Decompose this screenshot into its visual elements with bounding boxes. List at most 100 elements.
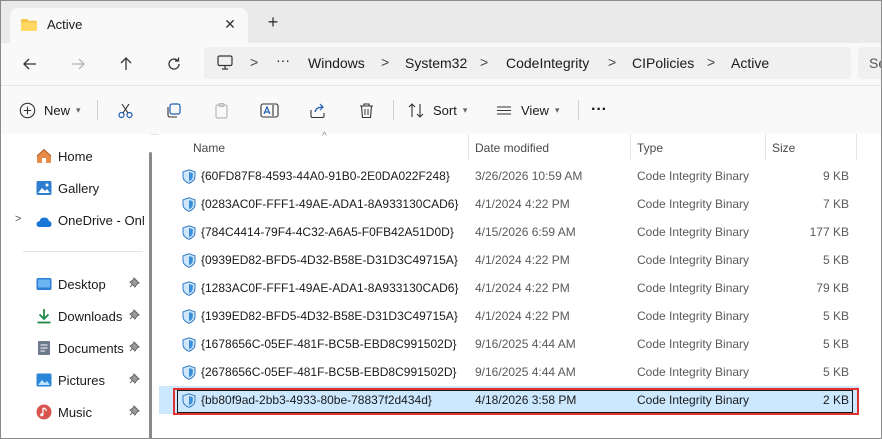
chevron-down-icon: ▾ — [462, 104, 468, 115]
new-tab-button[interactable]: + — [263, 13, 283, 33]
column-divider[interactable] — [856, 134, 857, 160]
breadcrumb-windows[interactable]: Windows — [308, 55, 365, 71]
arrow-right-icon — [72, 58, 85, 70]
column-header-date[interactable]: Date modified — [469, 134, 630, 160]
pin-icon[interactable] — [128, 405, 140, 417]
shield-icon — [182, 197, 196, 212]
sidebar-item-gallery[interactable]: Gallery — [1, 174, 146, 202]
file-row[interactable]: {0939ED82-BFD5-4D32-B58E-D31D3C49715A} 4/… — [159, 246, 859, 274]
sidebar-item-music[interactable]: Music — [1, 398, 146, 426]
breadcrumb-active[interactable]: Active — [731, 55, 769, 71]
sidebar-item-pictures[interactable]: Pictures — [1, 366, 146, 394]
file-date-modified: 4/15/2026 6:59 AM — [475, 225, 576, 239]
toolbar-divider — [393, 100, 394, 120]
file-type: Code Integrity Binary — [637, 253, 750, 267]
breadcrumb-separator: > — [250, 54, 259, 70]
file-row[interactable]: {1678656C-05EF-481F-BC5B-EBD8C991502D} 9/… — [159, 330, 859, 358]
tab-close-button[interactable]: ✕ — [220, 14, 240, 34]
chevron-right-icon[interactable]: > — [15, 213, 21, 225]
sidebar-scrollbar[interactable] — [149, 152, 152, 438]
column-header-size[interactable]: Size — [766, 134, 856, 160]
file-size: 177 KB — [809, 225, 849, 239]
shield-icon — [182, 225, 196, 240]
toolbar-divider — [97, 100, 98, 120]
breadcrumb-codeintegrity[interactable]: CodeIntegrity — [506, 55, 589, 71]
breadcrumb-overflow-button[interactable]: ··· — [276, 52, 290, 68]
sort-icon — [408, 102, 424, 118]
shield-icon — [182, 365, 196, 380]
up-button[interactable] — [111, 49, 141, 79]
forward-button[interactable] — [63, 49, 93, 79]
file-name: {1283AC0F-FFF1-49AE-ADA1-8A933130CAD6} — [201, 281, 459, 295]
breadcrumb-cipolicies[interactable]: CIPolicies — [632, 55, 694, 71]
search-box[interactable]: Se — [858, 47, 881, 79]
file-type: Code Integrity Binary — [637, 169, 750, 183]
chevron-down-icon: ▾ — [76, 104, 81, 115]
file-size: 5 KB — [822, 337, 849, 351]
copy-button[interactable] — [165, 94, 182, 126]
plus-circle-icon — [19, 102, 36, 118]
column-header-name[interactable]: Name — [159, 134, 468, 160]
file-type: Code Integrity Binary — [637, 309, 750, 323]
sidebar-divider — [23, 251, 143, 252]
music-icon — [36, 404, 52, 420]
file-size: 2 KB — [822, 393, 849, 407]
file-row[interactable]: {1939ED82-BFD5-4D32-B58E-D31D3C49715A} 4/… — [159, 302, 859, 330]
rename-button[interactable] — [260, 94, 279, 126]
file-date-modified: 4/18/2026 3:58 PM — [475, 393, 577, 407]
file-row[interactable]: {784C4414-79F4-4C32-A6A5-F0FB42A51D0D} 4/… — [159, 218, 859, 246]
sidebar-item-documents[interactable]: Documents — [1, 334, 146, 362]
view-button[interactable]: View ▾ — [495, 94, 559, 126]
sort-button-label: Sort — [433, 102, 457, 118]
file-type: Code Integrity Binary — [637, 197, 750, 211]
new-button[interactable]: New ▾ — [19, 94, 81, 126]
file-row[interactable]: {1283AC0F-FFF1-49AE-ADA1-8A933130CAD6} 4/… — [159, 274, 859, 302]
file-row[interactable]: {0283AC0F-FFF1-49AE-ADA1-8A933130CAD6} 4/… — [159, 190, 859, 218]
sidebar-item-desktop[interactable]: Desktop — [1, 270, 146, 298]
column-header-label: Date modified — [475, 141, 550, 155]
tab-active[interactable]: Active ✕ — [10, 8, 248, 43]
file-size: 5 KB — [822, 365, 849, 379]
copy-icon — [167, 102, 181, 118]
desktop-icon — [36, 278, 52, 290]
sidebar-item-onedrive[interactable]: > OneDrive - OnM — [1, 206, 146, 234]
view-button-label: View — [521, 102, 549, 118]
file-row[interactable]: {2678656C-05EF-481F-BC5B-EBD8C991502D} 9/… — [159, 358, 859, 386]
pin-icon[interactable] — [128, 373, 140, 385]
file-type: Code Integrity Binary — [637, 393, 750, 407]
clipboard-icon — [215, 102, 228, 119]
file-size: 5 KB — [822, 253, 849, 267]
arrow-left-icon — [23, 58, 36, 70]
sidebar-item-downloads[interactable]: Downloads — [1, 302, 146, 330]
file-date-modified: 9/16/2025 4:44 AM — [475, 337, 576, 351]
pin-icon[interactable] — [128, 341, 140, 353]
pin-icon[interactable] — [128, 309, 140, 321]
share-icon — [310, 103, 325, 118]
column-header-type[interactable]: Type — [631, 134, 765, 160]
refresh-button[interactable] — [159, 49, 189, 79]
rename-icon — [260, 102, 279, 118]
pin-icon[interactable] — [128, 277, 140, 289]
back-button[interactable] — [15, 49, 45, 79]
file-date-modified: 4/1/2024 4:22 PM — [475, 281, 570, 295]
address-bar[interactable]: > ··· Windows > System32 > CodeIntegrity… — [204, 47, 851, 79]
cut-button[interactable] — [117, 94, 134, 126]
file-type: Code Integrity Binary — [637, 337, 750, 351]
breadcrumb-separator: > — [480, 54, 489, 70]
home-icon — [36, 148, 52, 163]
more-options-button[interactable]: ··· — [591, 94, 607, 126]
tab-strip: Active ✕ + — [1, 1, 881, 43]
file-name: {784C4414-79F4-4C32-A6A5-F0FB42A51D0D} — [201, 225, 454, 239]
sort-button[interactable]: Sort ▾ — [407, 94, 467, 126]
file-row[interactable]: {bb80f9ad-2bb3-4933-80be-78837f2d434d} 4/… — [159, 386, 859, 414]
sidebar-item-home[interactable]: Home — [1, 142, 146, 170]
paste-button[interactable] — [213, 94, 230, 126]
file-date-modified: 3/26/2026 10:59 AM — [475, 169, 583, 183]
pictures-icon — [36, 373, 52, 387]
breadcrumb-system32[interactable]: System32 — [405, 55, 467, 71]
file-row[interactable]: {60FD87F8-4593-44A0-91B0-2E0DA022F248} 3/… — [159, 162, 859, 190]
share-button[interactable] — [309, 94, 326, 126]
file-name: {0939ED82-BFD5-4D32-B58E-D31D3C49715A} — [201, 253, 458, 267]
delete-button[interactable] — [358, 94, 375, 126]
file-name: {60FD87F8-4593-44A0-91B0-2E0DA022F248} — [201, 169, 450, 183]
